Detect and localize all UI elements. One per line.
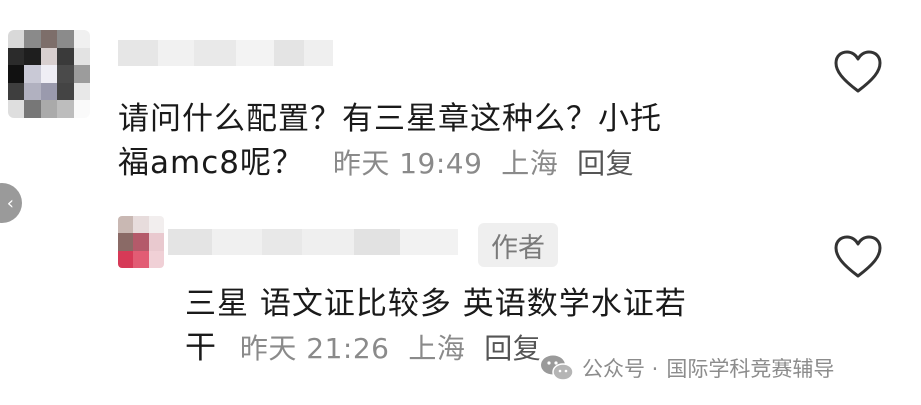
collapse-button[interactable]: ‹	[0, 183, 22, 223]
chevron-left-icon: ‹	[6, 192, 14, 214]
watermark-name: 国际学科竞赛辅导	[666, 357, 835, 381]
author-badge: 作者	[478, 223, 558, 267]
username-blurred[interactable]	[118, 36, 333, 70]
watermark: 公众号 · 国际学科竞赛辅导	[540, 350, 834, 386]
heart-outline-icon[interactable]	[833, 49, 883, 95]
watermark-prefix: 公众号 ·	[582, 357, 659, 381]
reply-button[interactable]: 回复	[577, 147, 634, 180]
comment-text-line: 请问什么配置？有三星章这种么？小托	[118, 101, 662, 137]
avatar[interactable]	[118, 216, 164, 268]
comment-location: 上海	[408, 332, 466, 365]
comment-time: 昨天 19:49	[332, 147, 483, 180]
comment-time: 昨天 21:26	[239, 332, 390, 365]
wechat-logo-icon	[541, 355, 574, 381]
comment-location: 上海	[501, 147, 559, 180]
comment-text-line: 福amc8呢？ 昨天 19:49 上海 回复	[118, 141, 662, 186]
comment-text: 请问什么配置？有三星章这种么？小托 福amc8呢？ 昨天 19:49 上海 回复	[118, 97, 662, 186]
comment-text-line: 三星 语文证比较多 英语数学水证若	[185, 286, 687, 322]
reply-button[interactable]: 回复	[484, 332, 541, 365]
comment-text-tail: 干	[185, 330, 217, 366]
heart-outline-icon[interactable]	[833, 234, 883, 280]
comment-text-tail: 福amc8呢？	[118, 145, 304, 181]
username-blurred[interactable]	[168, 224, 458, 260]
avatar[interactable]	[8, 30, 90, 118]
